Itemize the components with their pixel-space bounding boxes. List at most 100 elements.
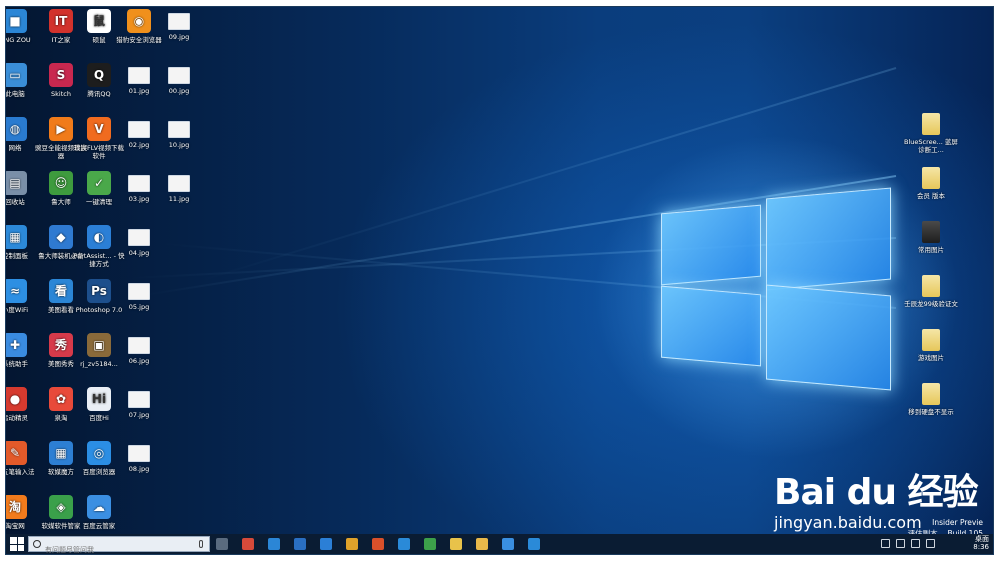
app-icon: S — [49, 63, 73, 87]
taskbar-app-icon[interactable] — [372, 538, 384, 550]
desktop-icon-label: 常用图片 — [918, 246, 944, 254]
folder-icon — [922, 167, 940, 189]
cortana-search[interactable] — [28, 536, 210, 554]
folder-icon — [922, 275, 940, 297]
desktop-icon[interactable]: 06.jpg — [112, 333, 166, 365]
taskbar-app-icon[interactable] — [320, 538, 332, 550]
desktop: ■ONG ZOU▭此电脑◍网络▤回收站▦控制面板≈小度WiFi✚系统助手●运动精… — [5, 6, 994, 555]
desktop-icon-label: 00.jpg — [168, 87, 190, 95]
watermark-logo: Bai du 经验 — [774, 472, 979, 513]
taskbar-app-icon[interactable] — [398, 538, 410, 550]
microphone-icon[interactable] — [199, 540, 203, 548]
taskbar-app-icon[interactable] — [216, 538, 228, 550]
image-file-icon — [168, 121, 190, 138]
desktop-folder[interactable]: 移到硬盘不显示 — [904, 383, 958, 416]
tray-icon[interactable] — [926, 539, 935, 548]
folder-icon — [922, 221, 940, 243]
app-icon: Ps — [87, 279, 111, 303]
windows-logo-pane — [661, 204, 761, 286]
tray-icon[interactable] — [881, 539, 890, 548]
desktop-icon-label: 移到硬盘不显示 — [908, 408, 954, 416]
clock: 8:36 — [973, 543, 989, 551]
desktop-icon[interactable]: ☁ 百度云管家 — [72, 495, 126, 530]
app-icon: ▤ — [6, 171, 27, 195]
desktop-icon[interactable]: 10.jpg — [152, 117, 206, 149]
app-icon: ◈ — [49, 495, 73, 519]
tray-icon[interactable] — [896, 539, 905, 548]
desktop-icon-label: 06.jpg — [128, 357, 150, 365]
windows-logo-pane — [766, 284, 891, 391]
tray-label: 桌面 — [975, 535, 989, 543]
app-icon: V — [87, 117, 111, 141]
desktop-icon[interactable]: 11.jpg — [152, 171, 206, 203]
desktop-folder[interactable]: 会员 版本 — [904, 167, 958, 200]
taskbar-app-icon[interactable] — [424, 538, 436, 550]
taskbar-app-icon[interactable] — [242, 538, 254, 550]
image-file-icon — [128, 229, 150, 246]
tray-icon[interactable] — [911, 539, 920, 548]
app-icon: ◆ — [49, 225, 73, 249]
taskbar-app-icon[interactable] — [502, 538, 514, 550]
desktop-folder[interactable]: 游戏图片 — [904, 329, 958, 362]
desktop-icon-label: 会员 版本 — [916, 192, 946, 200]
app-icon: ▣ — [87, 333, 111, 357]
desktop-icon[interactable]: 00.jpg — [152, 63, 206, 95]
windows-logo-pane — [661, 285, 761, 367]
start-button[interactable] — [10, 537, 24, 551]
taskbar-app-icon[interactable] — [450, 538, 462, 550]
app-icon: Q — [87, 63, 111, 87]
desktop-icon-label: 09.jpg — [168, 33, 190, 41]
desktop-folder[interactable]: BlueScree... 蓝屏诊断工... — [904, 113, 958, 154]
app-icon: IT — [49, 9, 73, 33]
desktop-icon[interactable]: 08.jpg — [112, 441, 166, 473]
desktop-icon[interactable]: 04.jpg — [112, 225, 166, 257]
app-icon: 鼠 — [87, 9, 111, 33]
system-tray — [881, 539, 935, 548]
taskbar-app-icon[interactable] — [294, 538, 306, 550]
app-icon: ≈ — [6, 279, 27, 303]
desktop-icon-label: 08.jpg — [128, 465, 150, 473]
app-icon: ▭ — [6, 63, 27, 87]
image-file-icon — [128, 175, 150, 192]
app-icon: ◐ — [87, 225, 111, 249]
image-file-icon — [128, 445, 150, 462]
app-icon: ● — [6, 387, 27, 411]
desktop-icon[interactable]: 09.jpg — [152, 9, 206, 41]
app-icon: ■ — [6, 9, 27, 33]
folder-icon — [922, 329, 940, 351]
taskbar-app-icon[interactable] — [476, 538, 488, 550]
folder-icon — [922, 113, 940, 135]
desktop-icon[interactable]: 05.jpg — [112, 279, 166, 311]
desktop-icon-label: 05.jpg — [128, 303, 150, 311]
desktop-icon-label: 11.jpg — [168, 195, 190, 203]
app-icon: ✚ — [6, 333, 27, 357]
taskbar-app-icon[interactable] — [346, 538, 358, 550]
desktop-icon-label: 壬辰龙99级验证文 — [904, 300, 958, 308]
app-icon: ✎ — [6, 441, 27, 465]
desktop-icon-label: 04.jpg — [128, 249, 150, 257]
desktop-icon-label: BlueScree... 蓝屏诊断工... — [904, 138, 958, 154]
app-icon: ◉ — [127, 9, 151, 33]
build-line-1: Insider Previe — [932, 518, 983, 527]
app-icon: Hi — [87, 387, 111, 411]
clock-area[interactable]: 桌面 8:36 — [973, 535, 989, 551]
image-file-icon — [168, 67, 190, 84]
taskbar-app-icon[interactable] — [528, 538, 540, 550]
desktop-folder[interactable]: 壬辰龙99级验证文 — [904, 275, 958, 308]
image-file-icon — [168, 175, 190, 192]
app-icon: ◎ — [87, 441, 111, 465]
taskbar-app-icon[interactable] — [268, 538, 280, 550]
image-file-icon — [128, 337, 150, 354]
desktop-icon-label: 07.jpg — [128, 411, 150, 419]
image-file-icon — [128, 391, 150, 408]
app-icon: ◍ — [6, 117, 27, 141]
desktop-icon-label: 百度云管家 — [82, 522, 116, 530]
desktop-folder[interactable]: 常用图片 — [904, 221, 958, 254]
desktop-icon-label: 游戏图片 — [918, 354, 944, 362]
search-icon — [33, 540, 41, 548]
search-input[interactable] — [29, 543, 209, 554]
app-icon: 看 — [49, 279, 73, 303]
app-icon: ☁ — [87, 495, 111, 519]
desktop-icon[interactable]: 07.jpg — [112, 387, 166, 419]
desktop-icon-label: 10.jpg — [168, 141, 190, 149]
